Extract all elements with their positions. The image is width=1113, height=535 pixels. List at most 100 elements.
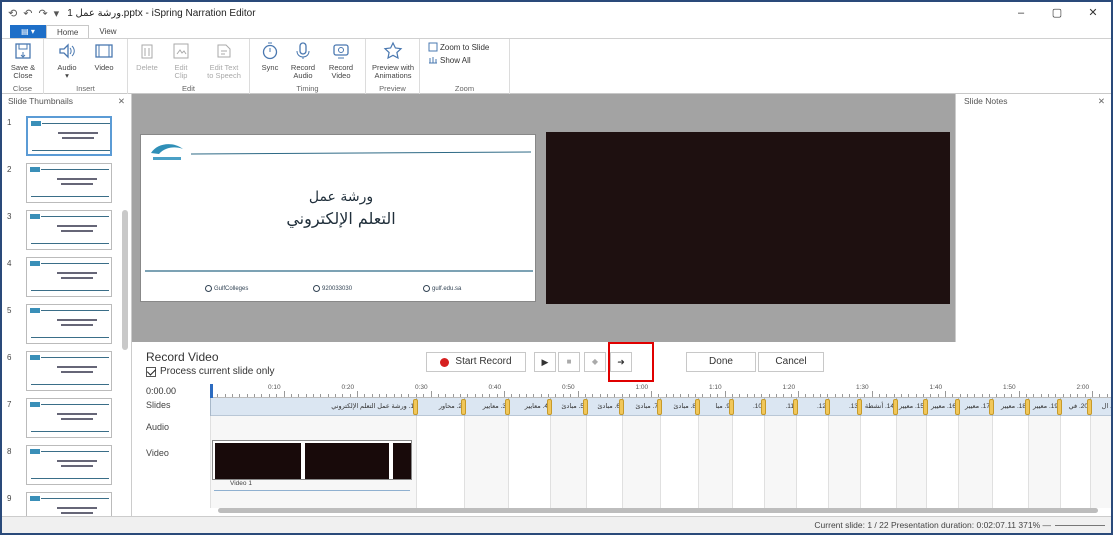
slide-thumbnail[interactable] [26, 304, 112, 344]
slide-thumbnail[interactable] [26, 398, 112, 438]
play-button[interactable]: ▶ [534, 352, 556, 372]
tab-home[interactable]: Home [46, 25, 90, 38]
record-audio-button[interactable]: Record Audio [288, 41, 318, 80]
slide-segment[interactable]: 7. مبادئ [622, 398, 660, 416]
stop-button[interactable]: ■ [558, 352, 580, 372]
maximize-button[interactable]: ▢ [1039, 2, 1075, 24]
slide-thumbnail[interactable] [26, 163, 112, 203]
timeline-tick-mark [937, 394, 939, 397]
slide-marker-handle[interactable] [1057, 399, 1062, 415]
slide-segment[interactable]: 20. في [1060, 398, 1090, 416]
slide-marker-handle[interactable] [857, 399, 862, 415]
timeline-tick-mark [614, 394, 616, 397]
redo-icon[interactable]: ↷ [38, 7, 47, 20]
timeline[interactable]: 0:10 0:20 0:30 0:40 0:50 1:00 1:10 1:20 1:30 1:40… [210, 384, 1111, 514]
slide-segment[interactable]: 13. [828, 398, 860, 416]
slide-segment[interactable]: 19. معيير [1028, 398, 1060, 416]
thumb-logo [30, 496, 40, 501]
timeline-tick-mark [217, 394, 219, 397]
slide-segment[interactable]: 3. معايير [464, 398, 508, 416]
slide-segment[interactable]: 5. مبادئ [550, 398, 586, 416]
video-clip[interactable] [212, 440, 412, 480]
close-thumbnails-icon[interactable]: ✕ [118, 94, 125, 108]
slide-thumbnail[interactable] [26, 351, 112, 391]
slide-segment[interactable]: 18. معيير [992, 398, 1028, 416]
slide-marker-handle[interactable] [1087, 399, 1092, 415]
slide-thumbnail[interactable] [26, 445, 112, 485]
slide-marker-handle[interactable] [989, 399, 994, 415]
slide-marker-handle[interactable] [413, 399, 418, 415]
process-current-slide-checkbox[interactable]: Process current slide only [146, 366, 275, 377]
playhead[interactable] [210, 384, 213, 398]
edit-clip-button[interactable]: Edit Clip [166, 41, 196, 80]
slide-segment[interactable]: 15. معيير [896, 398, 926, 416]
slide-segment[interactable]: 4. معايير [508, 398, 550, 416]
slide-thumbnail[interactable] [26, 210, 112, 250]
slide-segment[interactable]: 6. مبادئ [586, 398, 622, 416]
checkbox-checked-icon[interactable] [146, 366, 156, 377]
timeline-tick-mark [1084, 394, 1086, 397]
slide-segment[interactable]: 8. مبادئ [660, 398, 698, 416]
slide-marker-handle[interactable] [583, 399, 588, 415]
record-video-button[interactable]: Record Video [324, 41, 358, 80]
slide-marker-handle[interactable] [761, 399, 766, 415]
tab-view[interactable]: View [89, 25, 126, 38]
slide-segment[interactable]: 2. محاور [416, 398, 464, 416]
show-all-button[interactable]: Show All [428, 55, 471, 65]
previous-slide-button[interactable]: ◆ [584, 352, 606, 372]
slide-segment[interactable]: 10. [732, 398, 764, 416]
slide-segment[interactable]: 16. معيير [926, 398, 958, 416]
minimize-button[interactable]: – [1003, 2, 1039, 24]
slide-marker-handle[interactable] [1025, 399, 1030, 415]
slide-marker-handle[interactable] [793, 399, 798, 415]
timeline-tick-mark [592, 394, 594, 397]
thumbnails-scrollbar[interactable] [122, 210, 128, 350]
slide-segment[interactable]: 14. أنشطة [860, 398, 896, 416]
slide-marker-handle[interactable] [657, 399, 662, 415]
insert-video-button[interactable]: Video [88, 41, 120, 72]
slide-marker-handle[interactable] [505, 399, 510, 415]
slide-marker-handle[interactable] [729, 399, 734, 415]
slide-marker-handle[interactable] [825, 399, 830, 415]
slide-segment[interactable]: 9. مبا [698, 398, 732, 416]
close-notes-icon[interactable]: ✕ [1098, 94, 1105, 108]
slide-marker-handle[interactable] [619, 399, 624, 415]
slide-segment[interactable]: 17. معيير [958, 398, 992, 416]
file-menu-button[interactable]: ▤ ▾ [10, 25, 46, 38]
record-dot-icon [440, 357, 450, 367]
slide-marker-handle[interactable] [695, 399, 700, 415]
start-record-button[interactable]: Start Record [426, 352, 526, 372]
timeline-ruler[interactable]: 0:10 0:20 0:30 0:40 0:50 1:00 1:10 1:20 1:30 1:40… [210, 384, 1111, 398]
play-icon: ▶ [541, 357, 549, 367]
sync-button[interactable]: Sync [256, 41, 284, 72]
slide-segment[interactable]: 1. ورشة عمل التعلم الإلكتروني [210, 398, 416, 416]
done-button[interactable]: Done [686, 352, 756, 372]
timeline-horizontal-scrollbar[interactable] [218, 508, 1098, 513]
slide-thumbnail[interactable] [26, 116, 112, 156]
zoom-to-slide-button[interactable]: Zoom to Slide [428, 42, 489, 52]
timeline-tick-mark [1025, 394, 1027, 397]
slide-marker-handle[interactable] [461, 399, 466, 415]
slide-segment[interactable]: 11. [764, 398, 796, 416]
undo-icon[interactable]: ↶ [23, 7, 32, 20]
edit-text-to-speech-button[interactable]: Edit Text to Speech [202, 41, 246, 80]
timeline-tick-mark [981, 394, 983, 397]
slide-marker-handle[interactable] [955, 399, 960, 415]
slide-thumbnail[interactable] [26, 257, 112, 297]
thumb-logo [30, 214, 40, 219]
customize-quick-access-icon[interactable]: ▾ [54, 7, 60, 20]
preview-with-animations-button[interactable]: Preview with Animations [368, 41, 418, 80]
close-button[interactable]: ✕ [1075, 2, 1111, 24]
slide-segment[interactable]: 12. [796, 398, 828, 416]
delete-button[interactable]: Delete [132, 41, 162, 72]
slide-marker-handle[interactable] [893, 399, 898, 415]
cancel-button[interactable]: Cancel [758, 352, 824, 372]
zoom-slider[interactable] [1055, 525, 1105, 526]
slide-marker-handle[interactable] [923, 399, 928, 415]
slide-segment[interactable]: 21. ال [1090, 398, 1111, 416]
save-and-close-button[interactable]: Save & Close [6, 41, 40, 80]
slides-track[interactable]: 1. ورشة عمل التعلم الإلكتروني2. محاور3. … [210, 398, 1111, 416]
insert-audio-button[interactable]: Audio ▾ [52, 41, 82, 80]
audio-dropdown-icon[interactable]: ▾ [65, 71, 69, 80]
slide-marker-handle[interactable] [547, 399, 552, 415]
